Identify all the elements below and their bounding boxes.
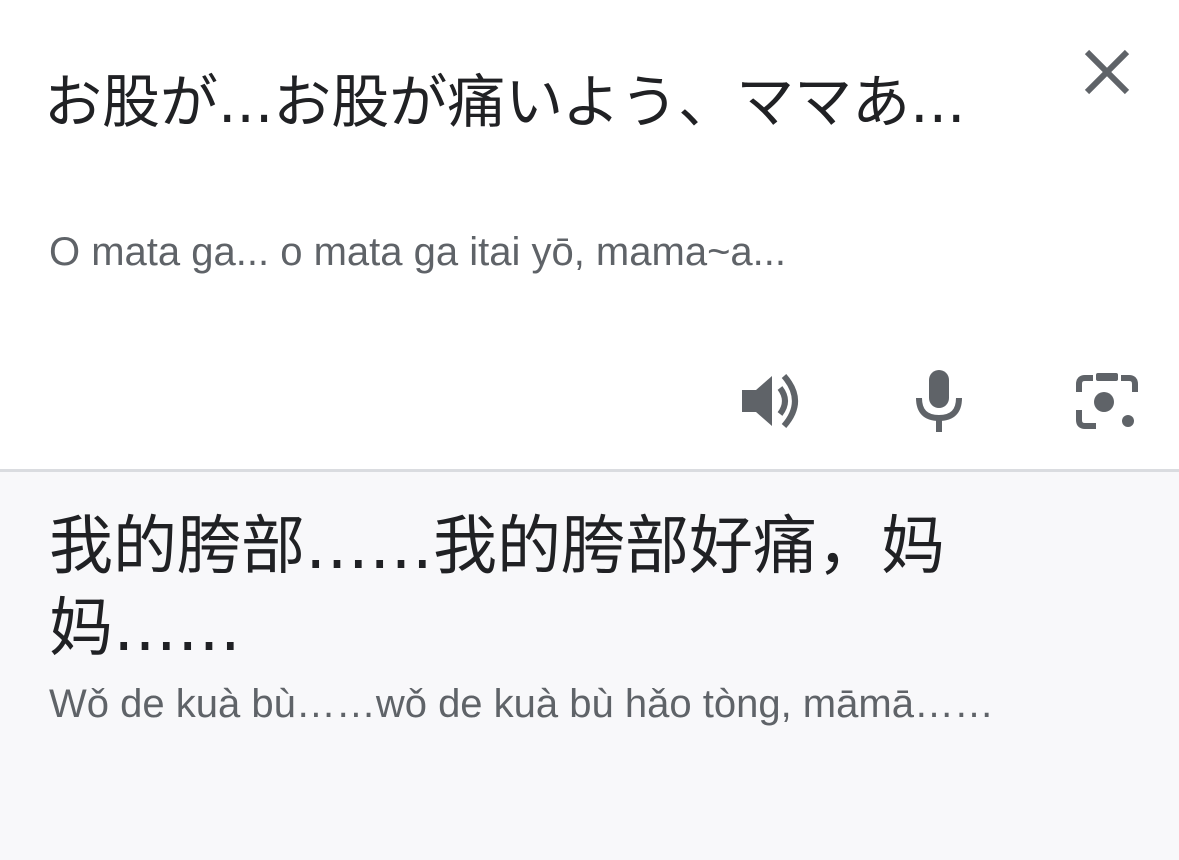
translation-romanization: Wǒ de kuà bù……wǒ de kuà bù hǎo tòng, mām… [49,682,994,726]
source-text[interactable]: お股が...お股が痛いよう、ママあ... [44,36,1004,168]
camera-lens-icon[interactable] [1072,366,1142,436]
source-toolbar [0,366,1179,436]
result-panel: 我的胯部……我的胯部好痛，妈妈…… Wǒ de kuà bù……wǒ de ku… [0,472,1179,860]
translate-page: お股が...お股が痛いよう、ママあ... O mata ga... o mata… [0,0,1179,860]
translation-text: 我的胯部……我的胯部好痛，妈妈…… [49,510,945,666]
speaker-icon[interactable] [736,366,806,436]
microphone-icon[interactable] [904,366,974,436]
close-icon[interactable] [1079,44,1135,100]
source-panel: お股が...お股が痛いよう、ママあ... O mata ga... o mata… [0,0,1179,469]
source-romanization: O mata ga... o mata ga itai yō, mama~a..… [49,230,787,274]
